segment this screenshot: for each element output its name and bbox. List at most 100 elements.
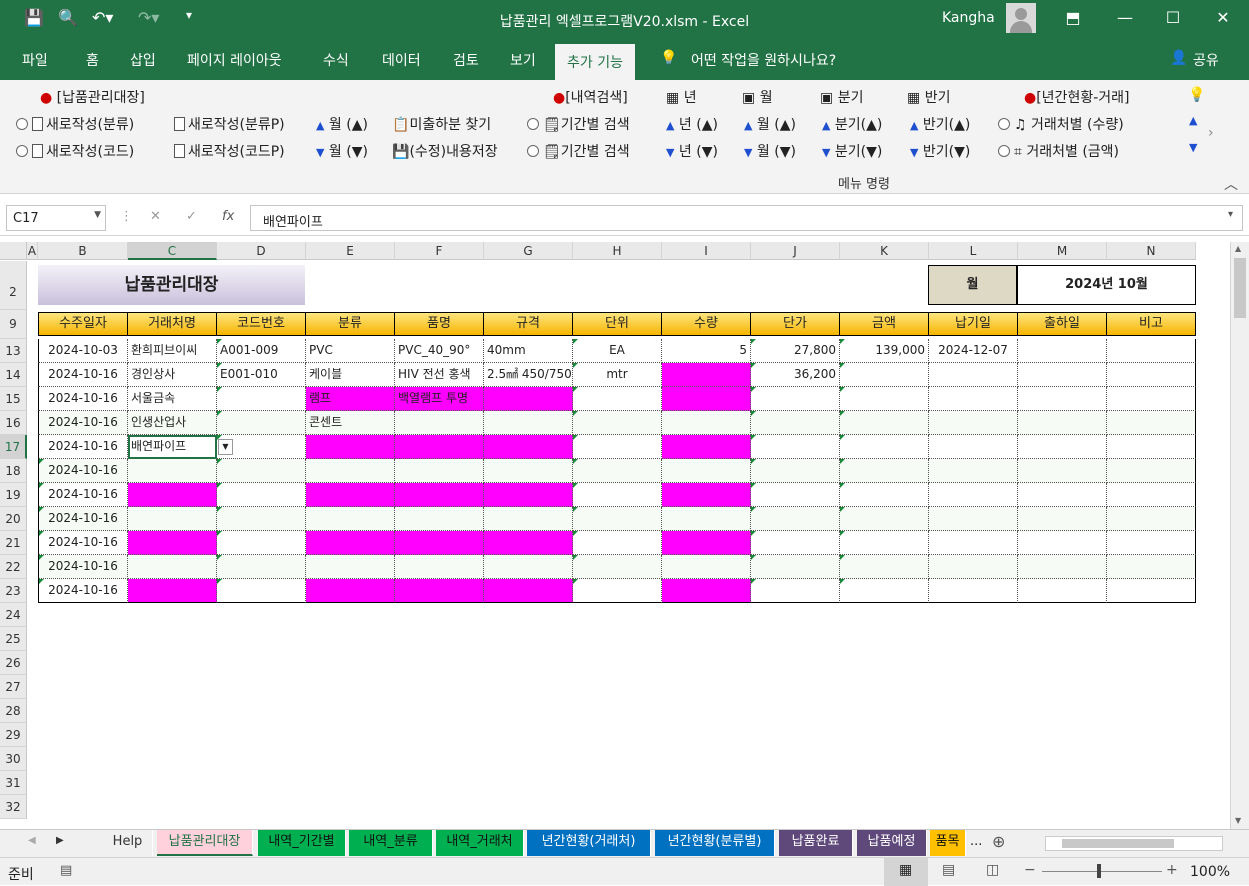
page-break-icon[interactable]: ◫: [986, 862, 999, 878]
table-cell[interactable]: [840, 555, 929, 579]
maximize-icon[interactable]: ☐: [1158, 8, 1188, 27]
table-cell[interactable]: [1107, 531, 1196, 555]
macro-record-icon[interactable]: ▤: [60, 863, 72, 878]
column-header-j[interactable]: J: [751, 242, 840, 260]
row-header-2[interactable]: 2: [0, 261, 27, 310]
save-content-button[interactable]: 💾(수정)내용저장: [392, 141, 498, 161]
close-icon[interactable]: ✕: [1208, 8, 1238, 27]
table-cell[interactable]: [573, 531, 662, 555]
column-header-i[interactable]: I: [662, 242, 751, 260]
table-cell[interactable]: [929, 579, 1018, 603]
column-header-l[interactable]: L: [929, 242, 1018, 260]
table-cell[interactable]: [395, 531, 484, 555]
table-cell[interactable]: 서울금속: [128, 387, 217, 411]
tab-add-ins[interactable]: 추가 기능: [555, 44, 635, 80]
table-cell[interactable]: [395, 459, 484, 483]
table-cell[interactable]: [573, 387, 662, 411]
table-cell[interactable]: [929, 387, 1018, 411]
table-cell[interactable]: 2024-10-03: [38, 339, 128, 363]
table-cell[interactable]: PVC_40_90°: [395, 339, 484, 363]
column-header-f[interactable]: F: [395, 242, 484, 260]
row-header-21[interactable]: 21: [0, 531, 27, 555]
table-cell[interactable]: [1107, 507, 1196, 531]
table-cell[interactable]: [1018, 459, 1107, 483]
zoom-in-icon[interactable]: +: [1166, 862, 1178, 878]
save-icon[interactable]: 💾: [24, 8, 44, 27]
table-cell[interactable]: [1107, 459, 1196, 483]
table-cell[interactable]: [306, 483, 395, 507]
table-cell[interactable]: 5: [662, 339, 751, 363]
table-cell[interactable]: [751, 483, 840, 507]
table-cell[interactable]: 36,200: [751, 363, 840, 387]
half-button[interactable]: ▦ 반기: [907, 87, 950, 107]
scroll-up-icon[interactable]: ▲: [1235, 244, 1241, 253]
table-cell[interactable]: [217, 483, 306, 507]
h-scroll-thumb[interactable]: [1062, 839, 1174, 848]
h-down-button[interactable]: ▼ 반기(▼): [910, 141, 970, 161]
table-cell[interactable]: 2024-10-16: [38, 411, 128, 435]
table-cell[interactable]: [929, 459, 1018, 483]
table-cell[interactable]: [306, 531, 395, 555]
table-cell[interactable]: [751, 507, 840, 531]
vertical-scrollbar[interactable]: ▲ ▼: [1230, 242, 1249, 829]
table-cell[interactable]: 2024-10-16: [38, 459, 128, 483]
row-header-17[interactable]: 17: [0, 435, 27, 459]
sheet-tab[interactable]: 품목: [930, 830, 966, 856]
column-header-k[interactable]: K: [840, 242, 929, 260]
table-cell[interactable]: 2024-10-16: [38, 579, 128, 603]
tell-me-input[interactable]: 어떤 작업을 원하시나요?: [691, 50, 836, 70]
mon-down-button[interactable]: ▼ 월 (▼): [744, 141, 796, 161]
sheet-tab[interactable]: 내역_기간별: [258, 830, 346, 856]
zoom-out-icon[interactable]: −: [1024, 862, 1036, 878]
table-cell[interactable]: [840, 507, 929, 531]
table-cell[interactable]: 램프: [306, 387, 395, 411]
table-cell[interactable]: [840, 531, 929, 555]
table-cell[interactable]: [1107, 363, 1196, 387]
redo-icon[interactable]: ↷▾: [138, 8, 159, 27]
year-button[interactable]: ▦ 년: [666, 87, 697, 107]
row-header-14[interactable]: 14: [0, 363, 27, 387]
share-button[interactable]: 공유: [1193, 50, 1219, 70]
row-header-27[interactable]: 27: [0, 675, 27, 699]
sheet-tab[interactable]: 납품예정: [857, 830, 927, 856]
table-cell[interactable]: [395, 483, 484, 507]
table-cell[interactable]: [662, 411, 751, 435]
table-cell[interactable]: [128, 579, 217, 603]
table-cell[interactable]: [1018, 483, 1107, 507]
tab-review[interactable]: 검토: [453, 50, 479, 70]
sheet-tab[interactable]: 내역_거래처: [436, 830, 524, 856]
table-cell[interactable]: [662, 531, 751, 555]
table-cell[interactable]: [1107, 411, 1196, 435]
year-up-button[interactable]: ▲ 년 (▲): [666, 114, 718, 134]
table-cell[interactable]: [217, 555, 306, 579]
row-header-16[interactable]: 16: [0, 411, 27, 435]
table-cell[interactable]: [751, 435, 840, 459]
column-header-e[interactable]: E: [306, 242, 395, 260]
worksheet[interactable]: 납품관리대장 월 2024년 10월 수주일자 거래처명 코드번호 분류 품명 규격 단위 수…: [27, 261, 1230, 829]
table-cell[interactable]: [217, 579, 306, 603]
table-cell[interactable]: 40mm: [484, 339, 573, 363]
ribbon-display-icon[interactable]: ⬒: [1058, 8, 1088, 27]
normal-view-button[interactable]: ▦: [884, 858, 928, 886]
month-value[interactable]: 2024년 10월: [1017, 265, 1196, 305]
table-cell[interactable]: [1018, 531, 1107, 555]
period-search-2[interactable]: 🗒기간별 검색: [527, 141, 630, 161]
table-cell[interactable]: [484, 435, 573, 459]
print-preview-icon[interactable]: 🔍: [58, 8, 78, 27]
table-cell[interactable]: [1018, 579, 1107, 603]
select-all[interactable]: [0, 242, 27, 260]
table-cell[interactable]: [217, 531, 306, 555]
table-cell[interactable]: [1107, 435, 1196, 459]
month-down-button[interactable]: ▼ 월 (▼): [316, 141, 368, 161]
table-cell[interactable]: [929, 531, 1018, 555]
more-tabs-icon[interactable]: ...: [970, 834, 982, 849]
table-cell[interactable]: [662, 435, 751, 459]
month-up-button[interactable]: ▲ 월 (▲): [316, 114, 368, 134]
table-cell[interactable]: 2024-10-16: [38, 387, 128, 411]
new-catp-button[interactable]: 새로작성(분류P): [174, 114, 285, 134]
minimize-icon[interactable]: —: [1110, 8, 1140, 27]
tab-data[interactable]: 데이터: [382, 50, 421, 70]
row-header-29[interactable]: 29: [0, 723, 27, 747]
month-button[interactable]: ▣ 월: [742, 87, 773, 107]
column-header-c[interactable]: C: [128, 242, 217, 260]
